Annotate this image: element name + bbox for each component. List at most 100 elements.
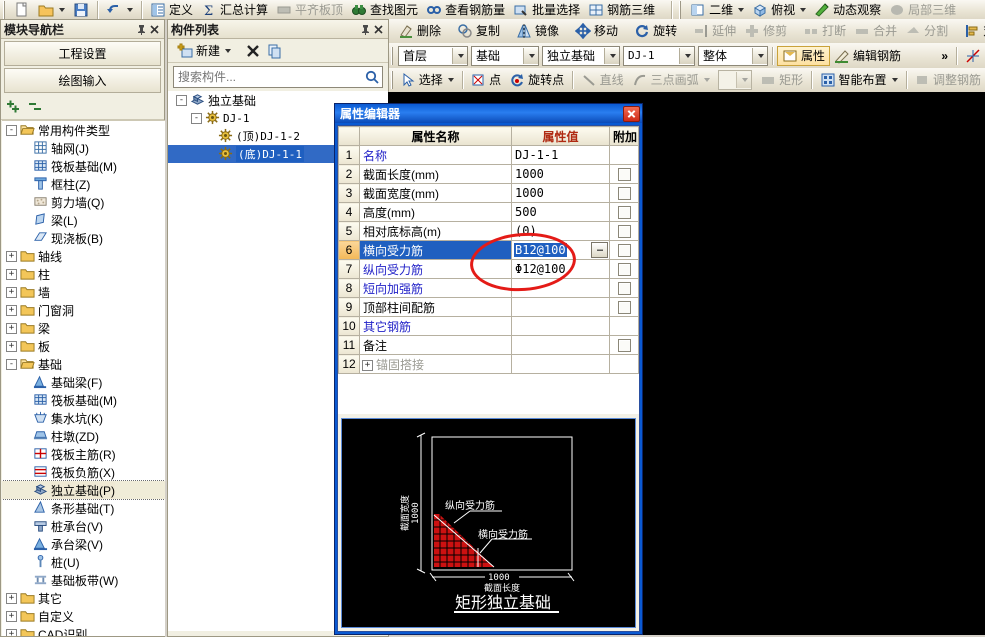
- property-row[interactable]: 8短向加强筋: [339, 279, 639, 298]
- module-tree-item-其它[interactable]: +其它: [2, 589, 165, 607]
- extra-checkbox[interactable]: [618, 244, 631, 257]
- chevron-down-icon[interactable]: [704, 78, 710, 82]
- smart-layout-tool-button[interactable]: 智能布置: [816, 71, 902, 89]
- project-settings-button[interactable]: 工程设置: [4, 41, 161, 66]
- extra-checkbox[interactable]: [618, 282, 631, 295]
- delete-button[interactable]: 删除: [394, 22, 445, 40]
- module-tree-item-集水坑K[interactable]: 集水坑(K): [2, 409, 165, 427]
- toolbar-grip[interactable]: [391, 47, 395, 65]
- col-extra-header[interactable]: 附加: [610, 127, 639, 146]
- local-3d-button[interactable]: 局部三维: [885, 1, 960, 19]
- chevron-down-icon[interactable]: [127, 8, 133, 12]
- module-tree-item-梁[interactable]: +梁: [2, 319, 165, 337]
- module-tree-item-剪力墙Q[interactable]: 剪力墙(Q): [2, 193, 165, 211]
- chevron-down-icon[interactable]: [800, 8, 806, 12]
- property-row[interactable]: 6横向受力筋B12@100…: [339, 241, 639, 260]
- search-icon[interactable]: [364, 69, 380, 85]
- find-element-button[interactable]: 查找图元: [347, 1, 422, 19]
- property-row[interactable]: 1名称DJ-1-1: [339, 146, 639, 165]
- mirror-button[interactable]: 镜像: [512, 22, 563, 40]
- property-value-cell[interactable]: 1000: [512, 184, 610, 203]
- pin-icon[interactable]: [359, 23, 372, 36]
- property-value-cell[interactable]: [512, 355, 610, 374]
- align-button[interactable]: 对齐: [960, 22, 985, 40]
- floor-select[interactable]: 首层: [398, 46, 468, 66]
- line-tool-button[interactable]: 直线: [577, 71, 628, 89]
- expand-icon[interactable]: +: [6, 287, 17, 298]
- property-row[interactable]: 11备注: [339, 336, 639, 355]
- copy-doc-icon[interactable]: [267, 43, 283, 59]
- property-extra-cell[interactable]: [610, 165, 639, 184]
- property-value-editing[interactable]: B12@100: [514, 243, 567, 257]
- top-view-button[interactable]: 俯视: [748, 1, 810, 19]
- expand-icon[interactable]: +: [6, 323, 17, 334]
- module-tree-item-板[interactable]: +板: [2, 337, 165, 355]
- expand-icon[interactable]: +: [362, 360, 373, 371]
- new-file-button[interactable]: [10, 1, 34, 19]
- property-name-cell[interactable]: 备注: [360, 336, 512, 355]
- property-row[interactable]: 12+锚固搭接: [339, 355, 639, 374]
- extra-checkbox[interactable]: [618, 225, 631, 238]
- extra-checkbox[interactable]: [618, 187, 631, 200]
- point-tool-button[interactable]: 点: [466, 71, 505, 89]
- chevron-down-icon[interactable]: [448, 78, 454, 82]
- chevron-down-icon[interactable]: [679, 48, 694, 64]
- property-row[interactable]: 10其它钢筋: [339, 317, 639, 336]
- pin-icon[interactable]: [135, 23, 148, 36]
- chevron-down-icon[interactable]: [523, 48, 538, 64]
- draw-mode-select[interactable]: [718, 70, 752, 90]
- toolbar-grip[interactable]: [391, 71, 393, 89]
- select-tool-button[interactable]: 选择: [396, 71, 458, 89]
- property-row[interactable]: 2截面长度(mm)1000: [339, 165, 639, 184]
- property-value-cell[interactable]: [512, 336, 610, 355]
- whole-select[interactable]: 整体: [698, 46, 768, 66]
- property-row[interactable]: 3截面宽度(mm)1000: [339, 184, 639, 203]
- property-value-cell[interactable]: 1000: [512, 165, 610, 184]
- component-select[interactable]: DJ-1: [623, 46, 695, 66]
- property-name-cell[interactable]: 顶部柱间配筋: [360, 298, 512, 317]
- property-extra-cell[interactable]: [610, 260, 639, 279]
- col-value-header[interactable]: 属性值: [512, 127, 610, 146]
- property-row[interactable]: 4高度(mm)500: [339, 203, 639, 222]
- chevron-down-icon[interactable]: [738, 8, 744, 12]
- rect-tool-button[interactable]: 矩形: [756, 71, 807, 89]
- category-select[interactable]: 基础: [471, 46, 539, 66]
- component-type-select[interactable]: 独立基础: [542, 46, 620, 66]
- chevron-down-icon[interactable]: [452, 48, 467, 64]
- property-value-cell[interactable]: (0): [512, 222, 610, 241]
- module-tree-item-筏板负筋X[interactable]: 筏板负筋(X): [2, 463, 165, 481]
- view-rebar-qty-button[interactable]: 查看钢筋量: [422, 1, 509, 19]
- expand-icon[interactable]: +: [6, 269, 17, 280]
- expand-icon[interactable]: +: [6, 593, 17, 604]
- property-extra-cell[interactable]: [610, 336, 639, 355]
- chevron-down-icon[interactable]: [225, 49, 231, 53]
- property-extra-cell[interactable]: [610, 241, 639, 260]
- property-extra-cell[interactable]: [610, 222, 639, 241]
- property-value-cell[interactable]: [512, 298, 610, 317]
- chevron-down-icon[interactable]: [892, 78, 898, 82]
- toolbar-overflow-button[interactable]: »: [937, 47, 952, 65]
- property-name-cell[interactable]: +锚固搭接: [360, 355, 512, 374]
- break-button[interactable]: 打断: [799, 22, 850, 40]
- expand-all-icon[interactable]: [6, 99, 22, 115]
- property-value-cell[interactable]: DJ-1-1: [512, 146, 610, 165]
- property-name-cell[interactable]: 其它钢筋: [360, 317, 512, 336]
- extra-checkbox[interactable]: [618, 168, 631, 181]
- module-tree-item-墙[interactable]: +墙: [2, 283, 165, 301]
- new-component-button[interactable]: 新建: [173, 42, 235, 60]
- extra-checkbox[interactable]: [618, 206, 631, 219]
- summary-calc-button[interactable]: Σ 汇总计算: [197, 1, 272, 19]
- property-editor-dialog[interactable]: 属性编辑器 属性名称 属性值 附加 1名称DJ-1-12截面长度(mm)1000…: [334, 103, 643, 635]
- module-tree-item-桩承台V[interactable]: 桩承台(V): [2, 517, 165, 535]
- adjust-rebar-tool-button[interactable]: 调整钢筋: [910, 71, 985, 89]
- collapse-icon[interactable]: -: [6, 359, 17, 370]
- close-icon[interactable]: [372, 23, 385, 36]
- merge-button[interactable]: 合并: [850, 22, 901, 40]
- chevron-down-icon[interactable]: [59, 8, 65, 12]
- property-name-cell[interactable]: 相对底标高(m): [360, 222, 512, 241]
- close-icon[interactable]: [148, 23, 161, 36]
- property-grid-area[interactable]: 属性名称 属性值 附加 1名称DJ-1-12截面长度(mm)10003截面宽度(…: [338, 126, 639, 414]
- search-input[interactable]: [174, 69, 364, 85]
- extend-button[interactable]: 延伸: [689, 22, 740, 40]
- rebar-3d-button[interactable]: 钢筋三维: [584, 1, 659, 19]
